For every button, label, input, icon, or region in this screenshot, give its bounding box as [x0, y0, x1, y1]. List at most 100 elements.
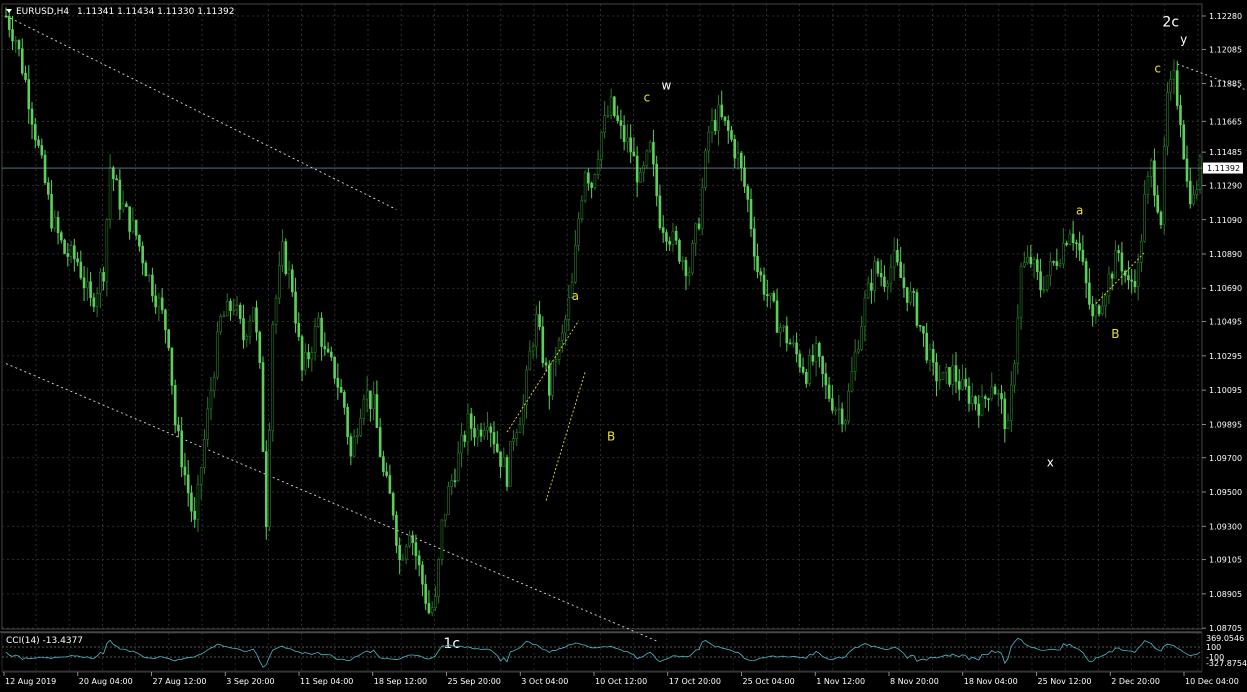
- candle-body: [814, 343, 818, 362]
- candle-body: [69, 245, 73, 257]
- candle-body: [1062, 242, 1065, 265]
- wave-label: B: [607, 430, 615, 444]
- candle-body: [271, 324, 275, 431]
- candle-body: [46, 182, 50, 195]
- x-tick-label: 11 Sep 04:00: [300, 677, 353, 686]
- candle-body: [456, 452, 460, 482]
- candle-body: [957, 381, 961, 390]
- candle-body: [164, 309, 167, 331]
- price-chart[interactable]: 1caBcwxaBc2cy 1.122801.120851.118851.116…: [0, 0, 1247, 692]
- candle-body: [1071, 233, 1075, 243]
- candle-body: [99, 271, 102, 294]
- candle-body: [866, 282, 870, 299]
- candle-body: [805, 371, 808, 384]
- candle-body: [606, 114, 610, 117]
- y-tick-label: 1.12280: [1209, 12, 1242, 21]
- candle-body: [671, 230, 675, 245]
- wave-label: a: [1076, 204, 1083, 218]
- candle-body: [704, 150, 707, 188]
- candle-body: [1029, 256, 1033, 264]
- candle-body: [115, 178, 118, 181]
- candle-body: [1156, 195, 1160, 213]
- cci-bottom-value: -327.8754: [1206, 659, 1247, 668]
- candle-body: [73, 245, 76, 260]
- candle-body: [147, 274, 151, 277]
- candle-body: [317, 317, 320, 327]
- candle-body: [232, 309, 236, 312]
- y-tick-label: 1.08705: [1209, 624, 1242, 633]
- candle-body: [92, 297, 96, 307]
- candle-body: [1016, 317, 1020, 364]
- candle-body: [434, 596, 437, 608]
- candle-body: [199, 467, 203, 485]
- candle-body: [769, 293, 772, 297]
- wave-label: a: [572, 289, 579, 303]
- candle-body: [313, 326, 317, 353]
- candle-body: [531, 346, 535, 352]
- candle-body: [203, 439, 206, 469]
- candle-body: [388, 475, 392, 494]
- candle-body: [541, 326, 545, 364]
- candle-body: [154, 295, 157, 308]
- candle-body: [759, 271, 763, 276]
- chart-header: EURUSD,H4 1.11341 1.11434 1.11330 1.1139…: [6, 7, 234, 17]
- candle-body: [258, 331, 262, 363]
- candle-body: [138, 235, 141, 247]
- last-price-tag: 1.11392: [1203, 162, 1243, 174]
- candle-body: [622, 125, 626, 142]
- candle-body: [30, 108, 34, 125]
- candle-body: [944, 367, 948, 373]
- candle-body: [590, 182, 593, 188]
- candle-body: [297, 322, 301, 337]
- candle-body: [121, 203, 125, 210]
- candle-body: [1078, 243, 1081, 251]
- candle-body: [983, 396, 987, 399]
- candle-body: [1036, 259, 1039, 272]
- candle-body: [668, 241, 671, 245]
- candle-body: [79, 261, 83, 279]
- candle-body: [743, 167, 746, 187]
- candle-body: [1091, 304, 1094, 317]
- y-tick-label: 1.10890: [1209, 250, 1242, 259]
- candle-body: [1182, 124, 1186, 160]
- candle-body: [229, 300, 232, 311]
- candle-body: [922, 325, 925, 334]
- candle-body: [749, 199, 753, 230]
- candle-body: [248, 320, 252, 337]
- x-tick-label: 25 Sep 20:00: [448, 677, 501, 686]
- candle-body: [37, 139, 40, 146]
- candle-body: [180, 430, 183, 468]
- candle-body: [508, 441, 512, 487]
- candle-body: [290, 269, 294, 293]
- candle-body: [125, 203, 128, 207]
- candle-body: [554, 359, 558, 362]
- candle-body: [1039, 271, 1042, 291]
- candle-body: [11, 29, 14, 42]
- candle-body: [1188, 180, 1192, 205]
- candle-body: [577, 218, 580, 246]
- candle-body: [352, 436, 356, 457]
- candle-body: [343, 391, 346, 408]
- candle-body: [14, 40, 18, 42]
- candle-body: [447, 486, 450, 515]
- candle-body: [242, 318, 245, 341]
- y-tick-label: 1.09895: [1209, 420, 1242, 429]
- candle-body: [687, 272, 691, 276]
- candle-body: [792, 342, 795, 345]
- candle-body: [844, 420, 847, 425]
- candle-body: [1084, 261, 1088, 284]
- candle-body: [1010, 384, 1013, 421]
- candle-body: [512, 438, 515, 442]
- wave-label: 1c: [443, 636, 460, 652]
- ohlc-readout: 1.11341 1.11434 1.11330 1.11392: [77, 7, 234, 17]
- candle-body: [564, 319, 567, 334]
- candle-body: [918, 325, 922, 327]
- candle-body: [1045, 275, 1049, 290]
- candle-body: [60, 232, 63, 241]
- x-tick-label: 17 Oct 20:00: [669, 677, 721, 686]
- candle-body: [909, 291, 912, 303]
- candle-body: [417, 555, 421, 566]
- candle-body: [505, 457, 509, 487]
- candle-body: [183, 466, 187, 476]
- candle-body: [372, 394, 375, 409]
